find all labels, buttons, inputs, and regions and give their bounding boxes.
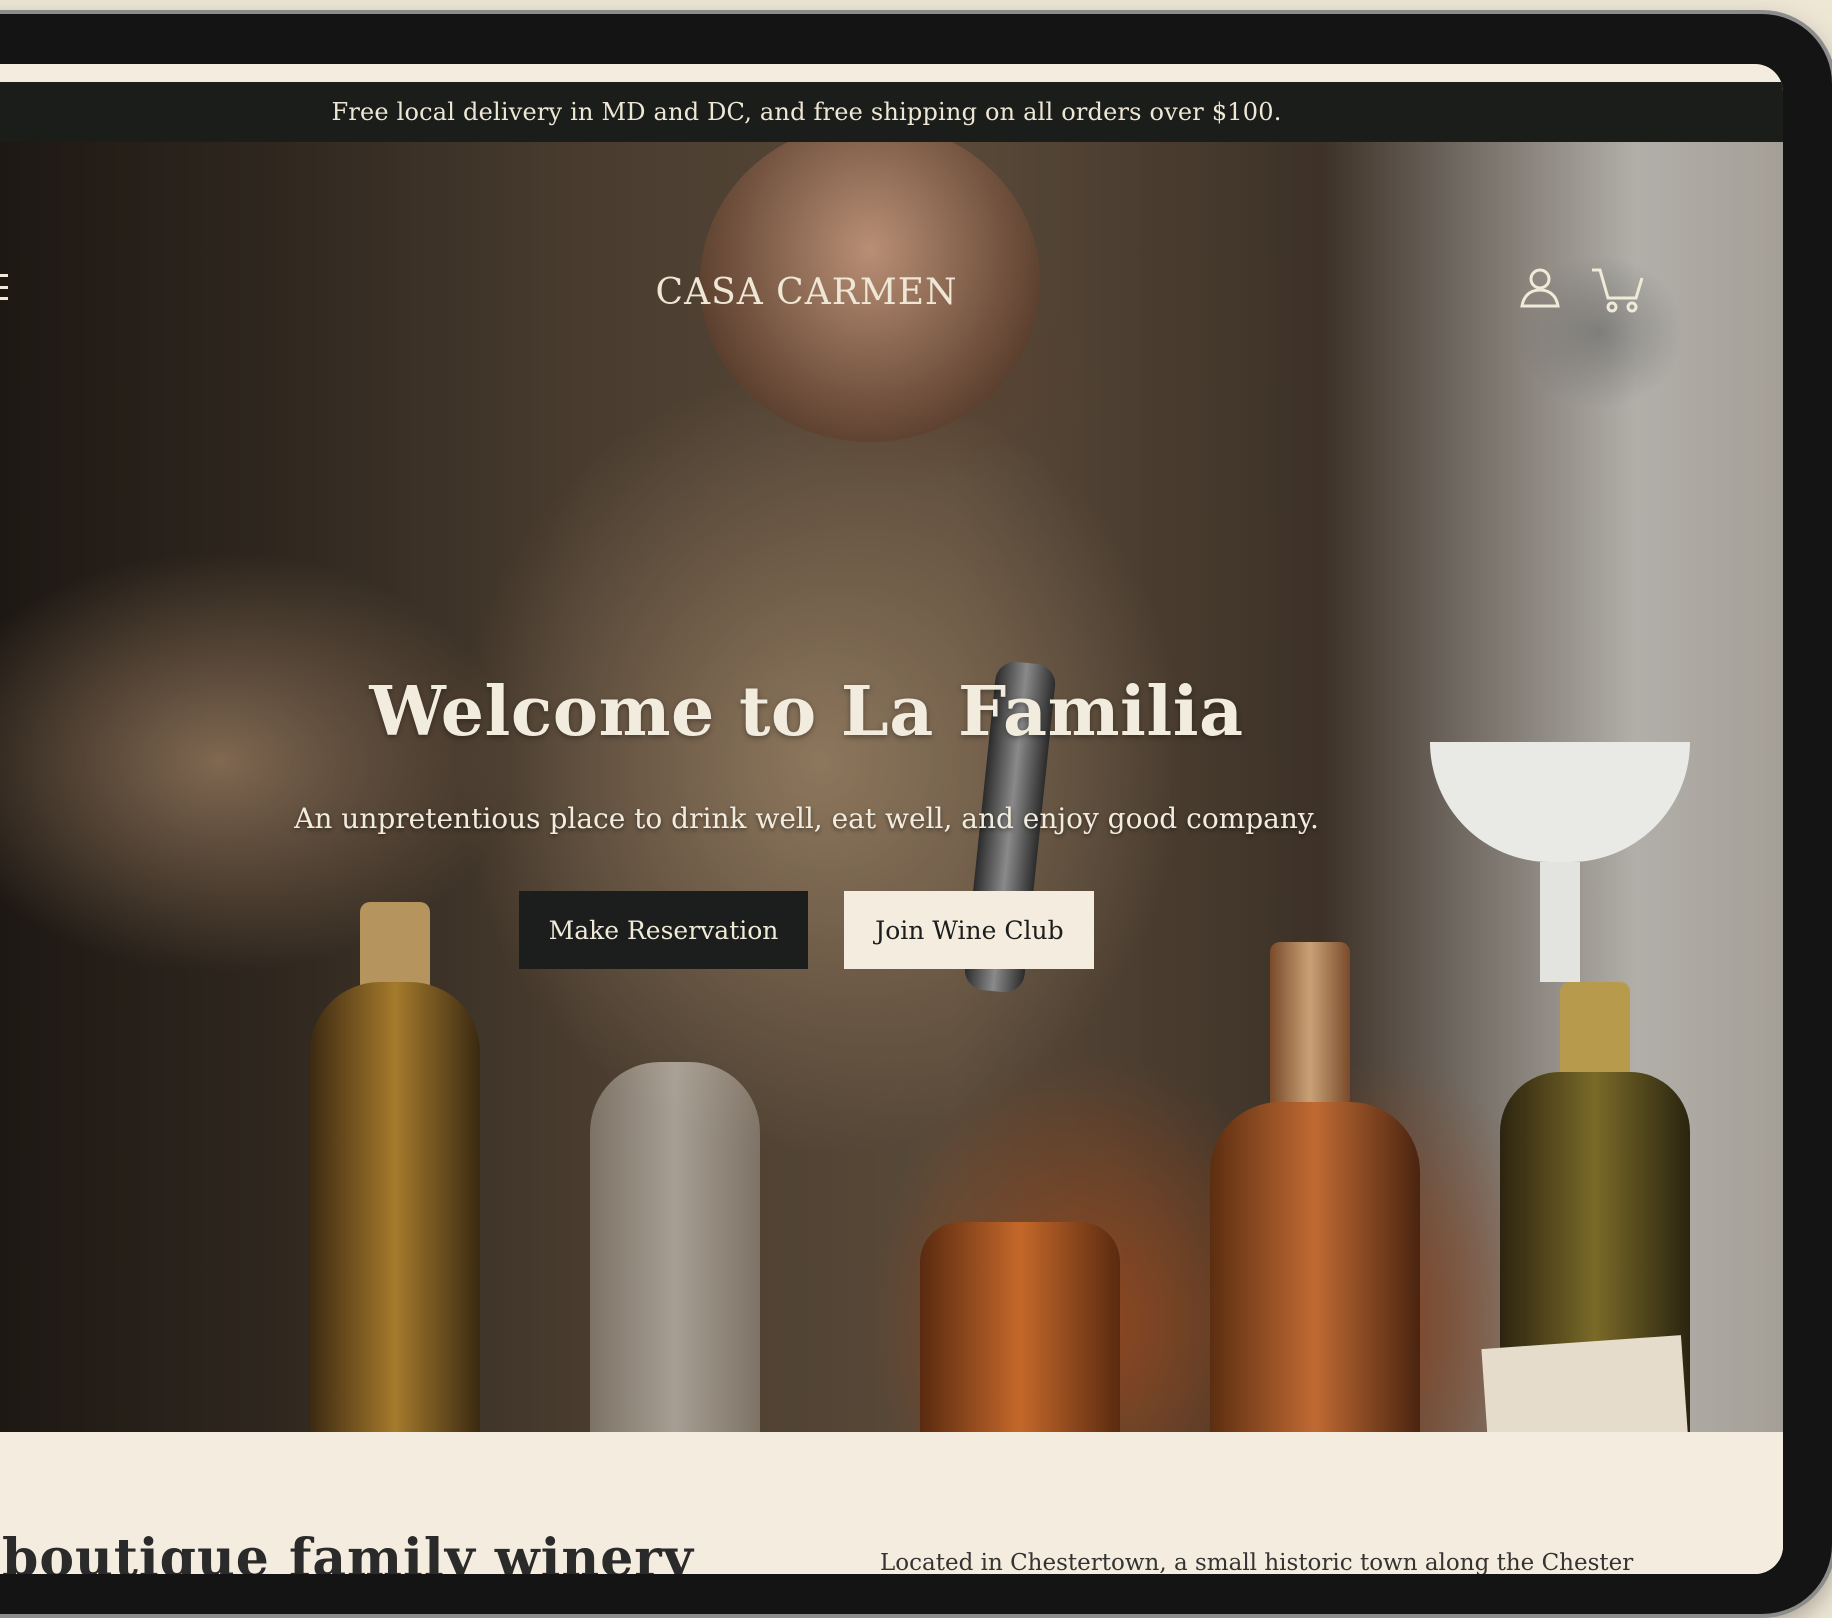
hero-photo-bottle: [1210, 1102, 1420, 1432]
hero-title: Welcome to La Familia: [369, 672, 1244, 752]
announcement-text: Free local delivery in MD and DC, and fr…: [331, 98, 1282, 126]
hero-photo-bottle: [310, 982, 480, 1432]
hero-subtitle: An unpretentious place to drink well, ea…: [294, 802, 1319, 835]
join-wine-club-button[interactable]: Join Wine Club: [844, 891, 1095, 969]
make-reservation-button[interactable]: Make Reservation: [518, 891, 809, 969]
about-text: Located in Chestertown, a small historic…: [880, 1550, 1634, 1574]
hero-photo-bottle: [920, 1222, 1120, 1432]
site-header: CASA CARMEN: [0, 142, 1783, 342]
hero-actions: Make Reservation Join Wine Club: [0, 891, 1728, 969]
about-section: boutique family winery Located in Cheste…: [0, 1432, 1783, 1574]
cart-icon[interactable]: [1590, 266, 1644, 314]
site-logo[interactable]: CASA CARMEN: [0, 272, 1783, 313]
hero-content: Welcome to La Familia An unpretentious p…: [0, 672, 1783, 969]
announcement-bar: Free local delivery in MD and DC, and fr…: [0, 82, 1783, 142]
hero-banner: CASA CARMEN Welcome to La Familia An unp…: [0, 142, 1783, 1432]
account-icon[interactable]: [1518, 266, 1562, 310]
hero-photo-bottle: [590, 1062, 760, 1432]
about-heading: boutique family winery: [2, 1528, 694, 1574]
tablet-device-frame: Free local delivery in MD and DC, and fr…: [0, 14, 1832, 1614]
browser-screen: Free local delivery in MD and DC, and fr…: [0, 64, 1783, 1574]
hero-photo-bottle-label: [1481, 1335, 1689, 1432]
